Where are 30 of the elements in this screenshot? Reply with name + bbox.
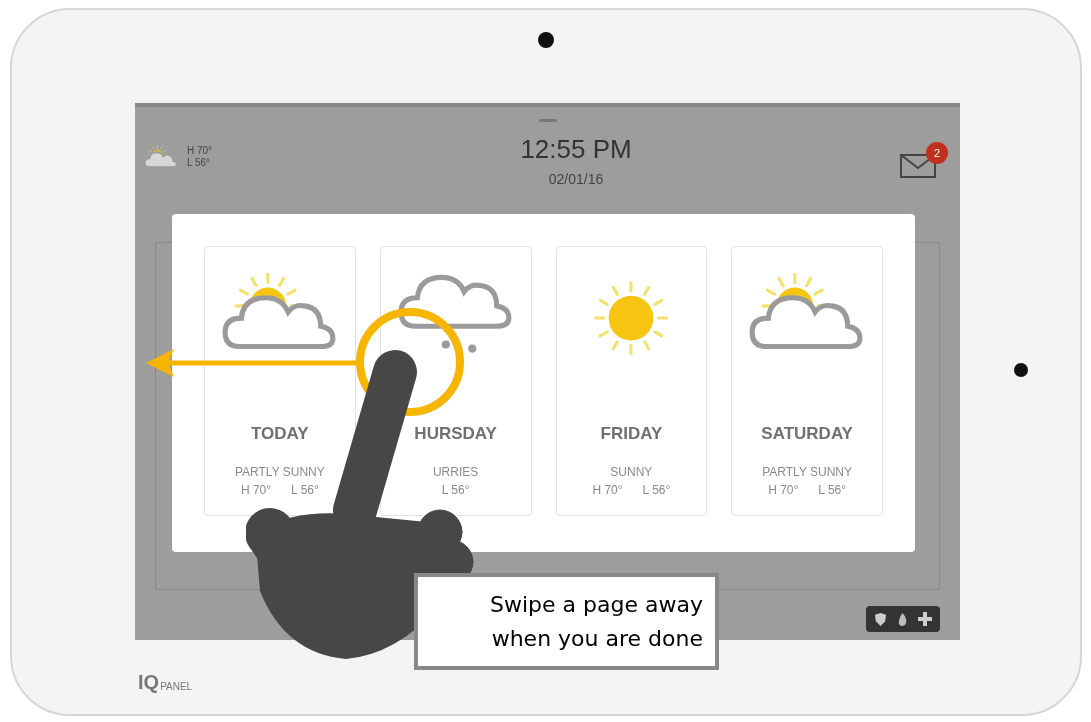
- unread-badge: 2: [926, 142, 948, 164]
- forecast-condition: PARTLY SUNNY: [762, 463, 853, 481]
- hint-text: Swipe a page away: [490, 590, 703, 619]
- pull-handle: [538, 119, 557, 122]
- forecast-low: L 56°: [291, 481, 319, 499]
- logo: IQ PANEL: [138, 672, 193, 692]
- forecast-condition: URRIES: [432, 463, 479, 481]
- forecast-low: L 56°: [642, 481, 671, 499]
- sensor-dot-icon: [1014, 363, 1028, 377]
- date: 02/01/16: [548, 170, 604, 189]
- high-temp: H 70°: [187, 144, 213, 157]
- low-temp: L 56°: [187, 157, 212, 170]
- forecast-high: H 70°: [592, 481, 623, 499]
- forecast-low: L 56°: [818, 481, 847, 499]
- security-toolbar[interactable]: [866, 606, 940, 632]
- hint-text: when you are done: [491, 624, 703, 653]
- forecast-day: FRIDAY: [600, 421, 663, 447]
- forecast-high: H 70°: [768, 481, 799, 499]
- forecast-low: L 56°: [441, 481, 470, 499]
- forecast-condition: PARTLY SUNNY: [234, 463, 325, 481]
- plus-icon[interactable]: [917, 612, 932, 626]
- camera-dot-icon: [538, 32, 554, 48]
- forecast-day: SATURDAY: [761, 421, 853, 447]
- forecast-high: H 70°: [240, 481, 272, 499]
- shield-icon[interactable]: [874, 611, 888, 627]
- forecast-day: HURSDAY: [414, 421, 497, 447]
- forecast-condition: SUNNY: [610, 463, 653, 481]
- mail-icon[interactable]: [900, 154, 936, 178]
- clock-time: 12:55 PM: [520, 133, 632, 166]
- forecast-day: TODAY: [251, 421, 309, 447]
